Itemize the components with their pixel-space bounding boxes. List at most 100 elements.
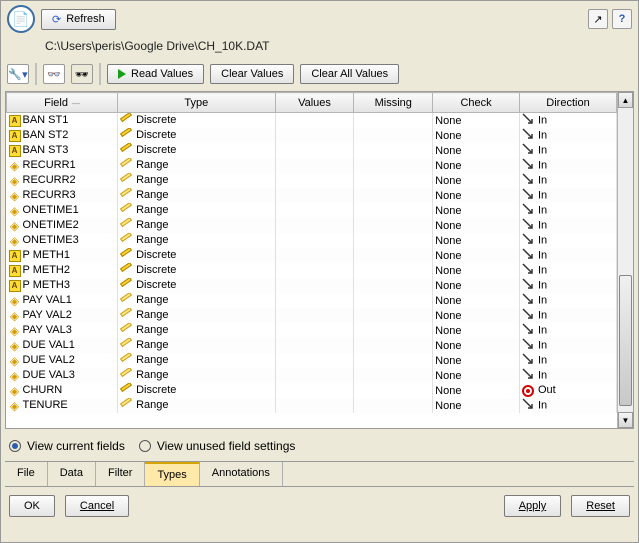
table-row[interactable]: ◈PAY VAL1RangeNoneIn bbox=[7, 293, 617, 308]
direction-label: In bbox=[538, 159, 547, 171]
tab-file[interactable]: File bbox=[5, 462, 48, 486]
table-row[interactable]: ◈RECURR1RangeNoneIn bbox=[7, 158, 617, 173]
table-row[interactable]: ABAN ST3DiscreteNoneIn bbox=[7, 143, 617, 158]
popout-icon[interactable]: ↗ bbox=[588, 9, 608, 29]
values-cell bbox=[275, 338, 354, 353]
field-name: DUE VAL1 bbox=[23, 339, 75, 351]
direction-in-icon bbox=[522, 338, 534, 353]
view-current-label: View current fields bbox=[27, 439, 125, 453]
table-row[interactable]: ◈PAY VAL2RangeNoneIn bbox=[7, 308, 617, 323]
table-row[interactable]: AP METH3DiscreteNoneIn bbox=[7, 278, 617, 293]
table-row[interactable]: ◈ONETIME3RangeNoneIn bbox=[7, 233, 617, 248]
direction-in-icon bbox=[522, 248, 534, 263]
direction-in-icon bbox=[522, 143, 534, 158]
values-cell bbox=[275, 353, 354, 368]
type-label: Discrete bbox=[136, 264, 176, 276]
ok-button[interactable]: OK bbox=[9, 495, 55, 517]
direction-label: In bbox=[538, 279, 547, 291]
direction-label: In bbox=[538, 129, 547, 141]
range-type-icon bbox=[120, 325, 132, 337]
view-unused-radio[interactable]: View unused field settings bbox=[139, 439, 296, 453]
missing-cell bbox=[354, 218, 433, 233]
table-row[interactable]: ABAN ST2DiscreteNoneIn bbox=[7, 128, 617, 143]
table-row[interactable]: ◈DUE VAL1RangeNoneIn bbox=[7, 338, 617, 353]
wrench-icon[interactable]: 🔧▾ bbox=[7, 64, 29, 84]
sunglasses-icon[interactable]: 🕶 bbox=[71, 64, 93, 84]
discrete-type-icon bbox=[120, 145, 132, 157]
clear-all-values-button[interactable]: Clear All Values bbox=[300, 64, 399, 84]
view-current-radio[interactable]: View current fields bbox=[9, 439, 125, 453]
missing-cell bbox=[354, 398, 433, 413]
tab-filter[interactable]: Filter bbox=[96, 462, 145, 486]
glasses-icon[interactable]: 👓 bbox=[43, 64, 65, 84]
range-type-icon bbox=[120, 295, 132, 307]
direction-label: In bbox=[538, 339, 547, 351]
table-row[interactable]: AP METH2DiscreteNoneIn bbox=[7, 263, 617, 278]
check-cell: None bbox=[433, 143, 520, 158]
table-row[interactable]: ◈ONETIME1RangeNoneIn bbox=[7, 203, 617, 218]
type-label: Discrete bbox=[136, 114, 176, 126]
missing-cell bbox=[354, 128, 433, 143]
col-missing[interactable]: Missing bbox=[354, 93, 433, 113]
numeric-field-icon: ◈ bbox=[9, 370, 21, 382]
direction-in-icon bbox=[522, 233, 534, 248]
numeric-field-icon: ◈ bbox=[9, 235, 21, 247]
text-field-icon: A bbox=[9, 250, 21, 262]
help-icon[interactable]: ? bbox=[612, 9, 632, 29]
col-check[interactable]: Check bbox=[433, 93, 520, 113]
read-values-button[interactable]: Read Values bbox=[107, 64, 204, 84]
values-cell bbox=[275, 128, 354, 143]
direction-in-icon bbox=[522, 113, 534, 128]
direction-label: In bbox=[538, 204, 547, 216]
tab-data[interactable]: Data bbox=[48, 462, 96, 486]
direction-label: In bbox=[538, 249, 547, 261]
apply-button[interactable]: Apply bbox=[504, 495, 562, 517]
direction-label: In bbox=[538, 294, 547, 306]
type-label: Range bbox=[136, 159, 168, 171]
type-label: Discrete bbox=[136, 144, 176, 156]
scroll-up-button[interactable]: ▲ bbox=[618, 92, 633, 108]
table-row[interactable]: ◈DUE VAL3RangeNoneIn bbox=[7, 368, 617, 383]
table-row[interactable]: ◈RECURR2RangeNoneIn bbox=[7, 173, 617, 188]
values-cell bbox=[275, 368, 354, 383]
table-row[interactable]: ◈CHURNDiscreteNoneOut bbox=[7, 383, 617, 398]
tab-types[interactable]: Types bbox=[145, 462, 199, 486]
table-row[interactable]: ◈RECURR3RangeNoneIn bbox=[7, 188, 617, 203]
table-row[interactable]: ABAN ST1DiscreteNoneIn bbox=[7, 113, 617, 129]
table-row[interactable]: AP METH1DiscreteNoneIn bbox=[7, 248, 617, 263]
check-cell: None bbox=[433, 338, 520, 353]
scroll-thumb[interactable] bbox=[619, 275, 632, 406]
numeric-field-icon: ◈ bbox=[9, 340, 21, 352]
reset-button[interactable]: Reset bbox=[571, 495, 630, 517]
text-field-icon: A bbox=[9, 265, 21, 277]
col-field[interactable]: Field— bbox=[7, 93, 118, 113]
cancel-button[interactable]: Cancel bbox=[65, 495, 129, 517]
field-name: RECURR1 bbox=[23, 159, 76, 171]
col-values[interactable]: Values bbox=[275, 93, 354, 113]
tab-annotations[interactable]: Annotations bbox=[200, 462, 283, 486]
values-cell bbox=[275, 143, 354, 158]
col-direction[interactable]: Direction bbox=[520, 93, 617, 113]
table-row[interactable]: ◈ONETIME2RangeNoneIn bbox=[7, 218, 617, 233]
scroll-down-button[interactable]: ▼ bbox=[618, 412, 633, 428]
col-type[interactable]: Type bbox=[118, 93, 276, 113]
direction-label: In bbox=[538, 324, 547, 336]
type-label: Range bbox=[136, 219, 168, 231]
table-row[interactable]: ◈PAY VAL3RangeNoneIn bbox=[7, 323, 617, 338]
range-type-icon bbox=[120, 400, 132, 412]
tabs: File Data Filter Types Annotations bbox=[5, 461, 634, 487]
read-values-label: Read Values bbox=[131, 68, 193, 80]
field-name: PAY VAL1 bbox=[23, 294, 72, 306]
discrete-type-icon bbox=[120, 280, 132, 292]
text-field-icon: A bbox=[9, 280, 21, 292]
check-cell: None bbox=[433, 128, 520, 143]
clear-values-button[interactable]: Clear Values bbox=[210, 64, 294, 84]
missing-cell bbox=[354, 158, 433, 173]
table-row[interactable]: ◈TENURERangeNoneIn bbox=[7, 398, 617, 413]
refresh-label: Refresh bbox=[66, 13, 105, 25]
field-name: PAY VAL3 bbox=[23, 324, 72, 336]
vertical-scrollbar[interactable]: ▲ ▼ bbox=[617, 92, 633, 428]
field-name: BAN ST2 bbox=[23, 129, 69, 141]
table-row[interactable]: ◈DUE VAL2RangeNoneIn bbox=[7, 353, 617, 368]
refresh-button[interactable]: ⟳ Refresh bbox=[41, 9, 116, 30]
